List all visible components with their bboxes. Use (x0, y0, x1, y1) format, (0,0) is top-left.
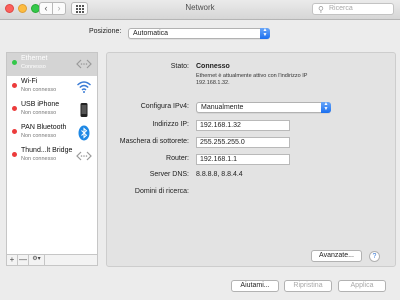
service-status: Non connesso (21, 133, 57, 139)
status-dot (12, 106, 17, 111)
service-status: Connesso (21, 64, 46, 70)
iphone-icon (80, 103, 88, 117)
popup-arrows-icon: ▲ ▼ (260, 28, 270, 39)
status-description: Ethernet è attualmente attivo con l'indi… (196, 73, 308, 86)
status-label: Stato: (170, 63, 189, 70)
ip-address-label: Indirizzo IP: (152, 121, 189, 128)
status-dot (12, 83, 17, 88)
thunderbolt-bridge-icon (76, 151, 92, 161)
detail-pane: Stato: Connesso Ethernet è attualmente a… (106, 52, 396, 267)
service-status: Non connesso (21, 87, 57, 93)
service-item-thunderbolt-bridge[interactable]: Thund...lt Bridge Non connesso (7, 145, 97, 168)
search-placeholder: Ricerca (329, 5, 353, 12)
ethernet-icon (76, 59, 92, 69)
assist-me-button[interactable]: Aiutami... (231, 280, 279, 292)
forward-button[interactable]: › (52, 2, 66, 15)
action-gear-button[interactable]: ⚙▾ (29, 255, 45, 265)
location-label: Posizione: (89, 28, 122, 35)
service-list: Ethernet Connesso Wi-Fi Non connesso USB… (6, 52, 98, 255)
add-service-button[interactable]: + (7, 255, 18, 265)
ipv4-config-popup[interactable]: Manualmente ▲ ▼ (196, 102, 331, 113)
service-item-usb-iphone[interactable]: USB iPhone Non connesso (7, 99, 97, 122)
subnet-mask-label: Maschera di sottorete: (119, 138, 189, 145)
service-list-toolbar: + — ⚙▾ (6, 255, 98, 266)
title-bar: ‹ › Network ⚲ Ricerca (0, 0, 400, 20)
bluetooth-icon (78, 125, 90, 141)
service-item-pan-bluetooth[interactable]: PAN Bluetooth Non connesso (7, 122, 97, 145)
revert-button[interactable]: Ripristina (284, 280, 332, 292)
window-title: Network (185, 3, 215, 12)
show-all-grid-icon[interactable] (71, 2, 88, 15)
subnet-mask-field[interactable]: 255.255.255.0 (196, 137, 290, 148)
dns-server-value: 8.8.8.8, 8.8.4.4 (196, 171, 243, 178)
network-window: ‹ › Network ⚲ Ricerca Posizione: Automat… (0, 0, 400, 300)
minimize-button[interactable] (18, 4, 27, 13)
service-status: Non connesso (21, 110, 57, 116)
remove-service-button[interactable]: — (18, 255, 29, 265)
location-popup[interactable]: Automatica ▲ ▼ (128, 28, 270, 39)
ipv4-config-value: Manualmente (201, 104, 244, 111)
wifi-icon (77, 81, 91, 93)
service-name: Thund...lt Bridge (21, 147, 73, 154)
ipv4-config-label: Configura IPv4: (140, 103, 189, 110)
service-name: Wi-Fi (21, 78, 38, 85)
status-dot (12, 152, 17, 157)
status-value: Connesso (196, 63, 230, 70)
help-button[interactable]: ? (369, 251, 380, 262)
location-value: Automatica (133, 30, 169, 37)
apply-button[interactable]: Applica (338, 280, 386, 292)
service-name: PAN Bluetooth (21, 124, 67, 131)
service-status: Non connesso (21, 156, 57, 162)
close-button[interactable] (5, 4, 14, 13)
search-input[interactable]: ⚲ Ricerca (312, 3, 394, 15)
dns-server-label: Server DNS: (149, 171, 189, 178)
status-dot (12, 60, 17, 65)
router-label: Router: (166, 155, 189, 162)
status-dot (12, 129, 17, 134)
search-icon: ⚲ (318, 5, 324, 14)
service-item-ethernet[interactable]: Ethernet Connesso (7, 53, 97, 76)
service-name: USB iPhone (21, 101, 60, 108)
search-domains-label: Domini di ricerca: (134, 188, 189, 195)
popup-arrows-icon: ▲ ▼ (321, 102, 331, 113)
ip-address-field[interactable]: 192.168.1.32 (196, 120, 290, 131)
service-item-wifi[interactable]: Wi-Fi Non connesso (7, 76, 97, 99)
advanced-button[interactable]: Avanzate... (311, 250, 362, 262)
back-button[interactable]: ‹ (39, 2, 53, 15)
service-name: Ethernet (21, 55, 48, 62)
router-field[interactable]: 192.168.1.1 (196, 154, 290, 165)
